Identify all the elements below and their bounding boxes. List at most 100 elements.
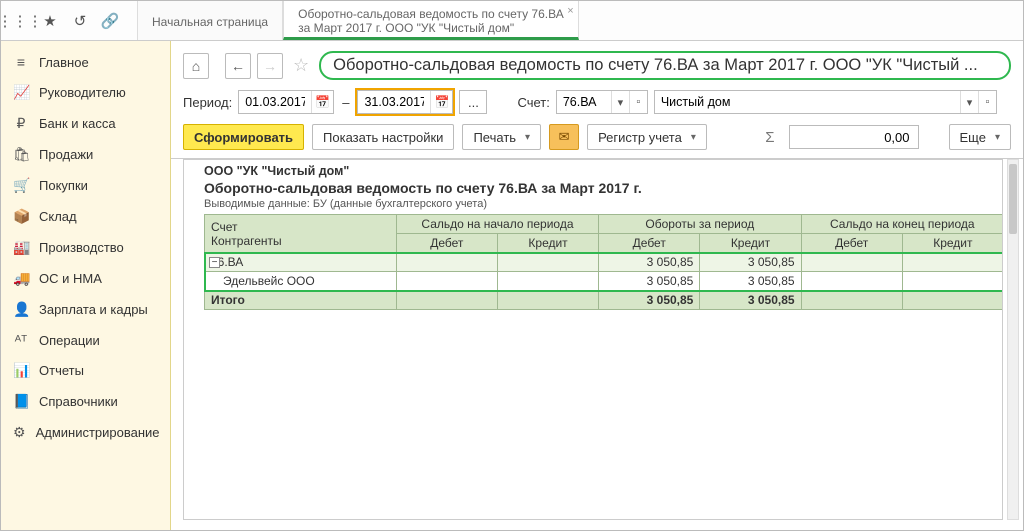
sidebar-item-assets[interactable]: 🚚ОС и НМА: [1, 263, 170, 294]
col-close-credit: Кредит: [902, 234, 1003, 253]
sidebar-item-reports[interactable]: 📊 Отчеты: [1, 355, 170, 386]
sidebar-item-stock[interactable]: 📦Склад: [1, 201, 170, 232]
period-from-input[interactable]: [239, 95, 311, 109]
tab-report-label-2: за Март 2017 г. ООО "УК "Чистый дом": [298, 21, 564, 35]
open-icon[interactable]: ▫: [629, 91, 647, 113]
cell: 3 050,85: [700, 291, 801, 310]
sidebar-item-label: Справочники: [39, 394, 118, 409]
calendar-icon[interactable]: 📅: [311, 91, 333, 113]
dropdown-icon[interactable]: ▾: [960, 91, 978, 113]
history-icon[interactable]: ↺: [67, 8, 93, 34]
cell: [396, 272, 497, 291]
cell: [902, 272, 1003, 291]
chevron-down-icon: ▾: [691, 132, 696, 143]
star-icon[interactable]: ★: [37, 8, 63, 34]
table-row[interactable]: Эдельвейс ООО 3 050,85 3 050,85: [205, 272, 1004, 291]
tab-close-icon[interactable]: ×: [567, 5, 573, 17]
sidebar-item-label: Покупки: [39, 178, 88, 193]
cell: [801, 291, 902, 310]
back-button[interactable]: ←: [225, 53, 251, 79]
table-row[interactable]: −76.ВА 3 050,85 3 050,85: [205, 253, 1004, 272]
organization-field[interactable]: ▾ ▫: [654, 90, 997, 114]
run-button-label: Сформировать: [194, 130, 293, 145]
col-open: Сальдо на начало периода: [396, 215, 598, 234]
sigma-icon: Σ: [759, 129, 780, 146]
report-subtitle: Выводимые данные: БУ (данные бухгалтерск…: [204, 198, 996, 210]
sum-field[interactable]: [789, 125, 919, 149]
print-button[interactable]: Печать▾: [462, 124, 541, 150]
chevron-down-icon: ▾: [995, 132, 1000, 143]
run-button[interactable]: Сформировать: [183, 124, 304, 150]
sidebar-item-operations[interactable]: ᴬᵀОперации: [1, 325, 170, 355]
more-button[interactable]: Еще▾: [949, 124, 1011, 150]
open-icon[interactable]: ▫: [978, 91, 996, 113]
tab-home[interactable]: Начальная страница: [137, 1, 283, 40]
register-button-label: Регистр учета: [598, 130, 682, 145]
dropdown-icon[interactable]: ▾: [611, 91, 629, 113]
sidebar-item-label: ОС и НМА: [39, 271, 102, 286]
vertical-scrollbar[interactable]: [1007, 159, 1019, 520]
scrollbar-thumb[interactable]: [1009, 164, 1017, 234]
sidebar-item-admin[interactable]: ⚙Администрирование: [1, 417, 170, 448]
cell: [497, 272, 598, 291]
bars-icon: 📊: [13, 362, 29, 379]
col-turn: Обороты за период: [599, 215, 801, 234]
ops-icon: ᴬᵀ: [13, 332, 29, 348]
page-title: Оборотно-сальдовая ведомость по счету 76…: [319, 51, 1011, 80]
cell: [902, 253, 1003, 272]
sidebar-item-manager[interactable]: 📈Руководителю: [1, 77, 170, 108]
sidebar-item-label: Отчеты: [39, 363, 84, 378]
period-to-field[interactable]: 📅: [357, 90, 453, 114]
tab-report[interactable]: Оборотно-сальдовая ведомость по счету 76…: [283, 1, 579, 40]
cell: [396, 253, 497, 272]
col-turn-debit: Дебет: [599, 234, 700, 253]
period-to-input[interactable]: [358, 95, 430, 109]
sidebar-item-label: Банк и касса: [39, 116, 116, 131]
sidebar-item-bank[interactable]: ₽Банк и касса: [1, 108, 170, 139]
sidebar-item-payroll[interactable]: 👤 Зарплата и кадры: [1, 294, 170, 325]
collapse-icon[interactable]: −: [209, 257, 220, 268]
person-icon: 👤: [13, 301, 29, 318]
account-input[interactable]: [557, 95, 611, 109]
sidebar-item-label: Зарплата и кадры: [39, 302, 148, 317]
tab-home-label: Начальная страница: [152, 15, 268, 29]
report-area: ООО "УК "Чистый дом" Оборотно-сальдовая …: [183, 159, 1003, 520]
col-account: СчетКонтрагенты: [205, 215, 397, 253]
apps-icon[interactable]: ⋮⋮⋮: [7, 8, 33, 34]
col-close: Сальдо на конец периода: [801, 215, 1003, 234]
organization-input[interactable]: [655, 95, 960, 109]
sidebar-item-main[interactable]: ≡Главное: [1, 47, 170, 77]
sidebar-item-purchases[interactable]: 🛒 Покупки: [1, 170, 170, 201]
tab-report-label-1: Оборотно-сальдовая ведомость по счету 76…: [298, 7, 564, 21]
account-field[interactable]: ▾ ▫: [556, 90, 648, 114]
favorite-star-icon[interactable]: ☆: [289, 55, 313, 76]
forward-button[interactable]: →: [257, 53, 283, 79]
cell: [902, 291, 1003, 310]
sidebar-item-label: Производство: [39, 240, 124, 255]
period-picker-button[interactable]: ...: [459, 90, 487, 114]
book-icon: 📘: [13, 393, 29, 410]
cell: [396, 291, 497, 310]
cell: 3 050,85: [599, 291, 700, 310]
settings-button[interactable]: Показать настройки: [312, 124, 454, 150]
calendar-icon[interactable]: 📅: [430, 91, 452, 113]
register-button[interactable]: Регистр учета ▾: [587, 124, 707, 150]
link-icon[interactable]: 🔗: [97, 8, 123, 34]
sidebar-item-references[interactable]: 📘 Справочники: [1, 386, 170, 417]
period-label: Период:: [183, 95, 232, 110]
sidebar-item-production[interactable]: 🏭Производство: [1, 232, 170, 263]
period-from-field[interactable]: 📅: [238, 90, 334, 114]
report-title: Оборотно-сальдовая ведомость по счету 76…: [204, 180, 996, 196]
cell: [801, 272, 902, 291]
sidebar-item-sales[interactable]: 🛍Продажи: [1, 139, 170, 170]
row-label: Эдельвейс ООО: [223, 274, 315, 288]
col-close-debit: Дебет: [801, 234, 902, 253]
account-label: Счет:: [517, 95, 549, 110]
col-turn-credit: Кредит: [700, 234, 801, 253]
home-button[interactable]: ⌂: [183, 53, 209, 79]
sidebar-item-label: Руководителю: [39, 85, 126, 100]
print-button-label: Печать: [473, 130, 516, 145]
mail-button[interactable]: ✉: [549, 124, 579, 150]
cart-icon: 🛒: [13, 177, 29, 194]
bag-icon: 🛍: [13, 146, 29, 163]
